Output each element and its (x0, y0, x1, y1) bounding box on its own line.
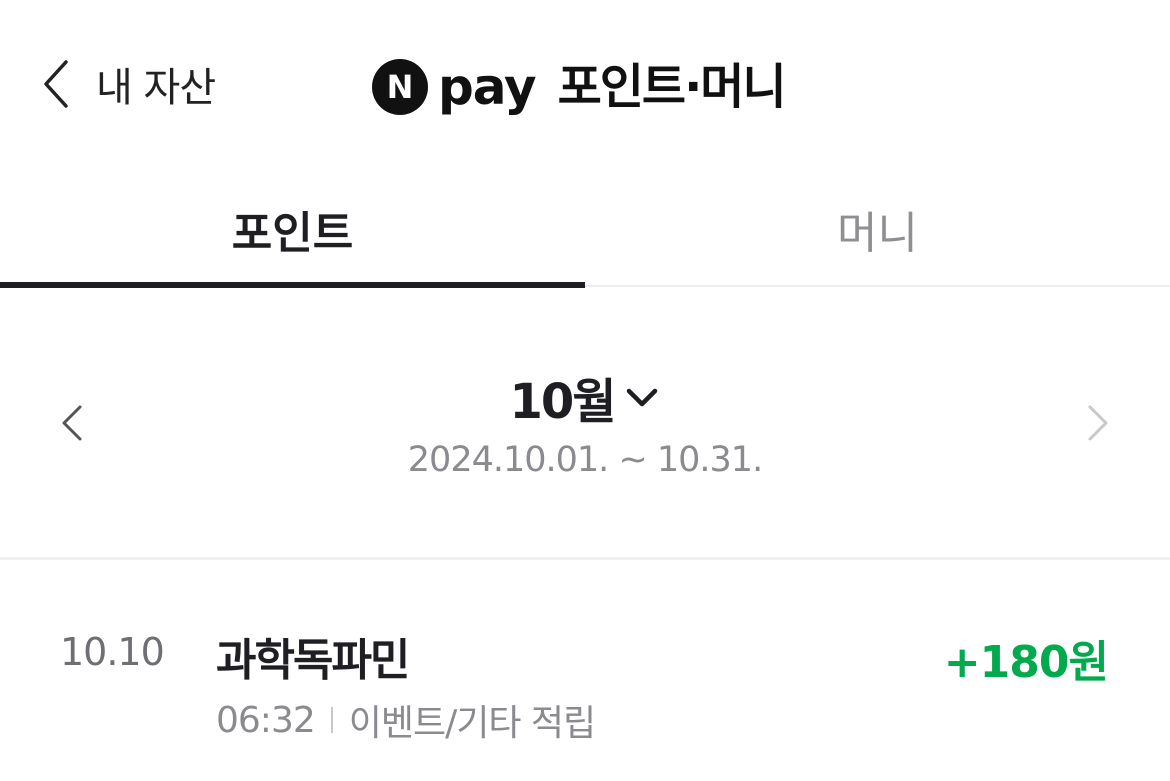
transaction-amount: +180원 (943, 637, 1109, 688)
transaction-meta: 06:32 이벤트/기타 적립 (216, 696, 596, 745)
meta-separator (330, 707, 333, 733)
npay-points-money-screen: 내 자산 N pay 포인트·머니 포인트 머니 10월 2024.10.01.… (0, 0, 1170, 781)
back-button[interactable]: 내 자산 (38, 52, 216, 116)
header: 내 자산 N pay 포인트·머니 (0, 0, 1170, 170)
month-selector[interactable]: 10월 (0, 362, 1170, 432)
tab-bar: 포인트 머니 (0, 170, 1170, 288)
page-title-text: 포인트·머니 (557, 59, 787, 115)
transaction-date: 10.10 (60, 630, 165, 674)
transaction-time: 06:32 (216, 699, 316, 741)
active-tab-indicator (0, 282, 585, 288)
chevron-left-icon (38, 56, 72, 112)
tab-points[interactable]: 포인트 (0, 170, 585, 288)
chevron-right-icon (1078, 405, 1118, 455)
month-label: 10월 (509, 374, 617, 430)
transaction-type: 이벤트/기타 적립 (348, 703, 596, 744)
pay-wordmark: pay (438, 58, 537, 116)
chevron-down-icon (624, 383, 660, 415)
tab-money[interactable]: 머니 (585, 170, 1170, 288)
npay-logo-icon: N (372, 59, 428, 115)
next-month-button[interactable] (1078, 395, 1118, 451)
back-label: 내 자산 (96, 65, 216, 111)
transaction-title: 과학독파민 (216, 635, 410, 686)
date-range: 2024.10.01. ~ 10.31. (407, 440, 763, 480)
section-divider (0, 557, 1170, 560)
page-title: N pay 포인트·머니 (372, 56, 787, 118)
